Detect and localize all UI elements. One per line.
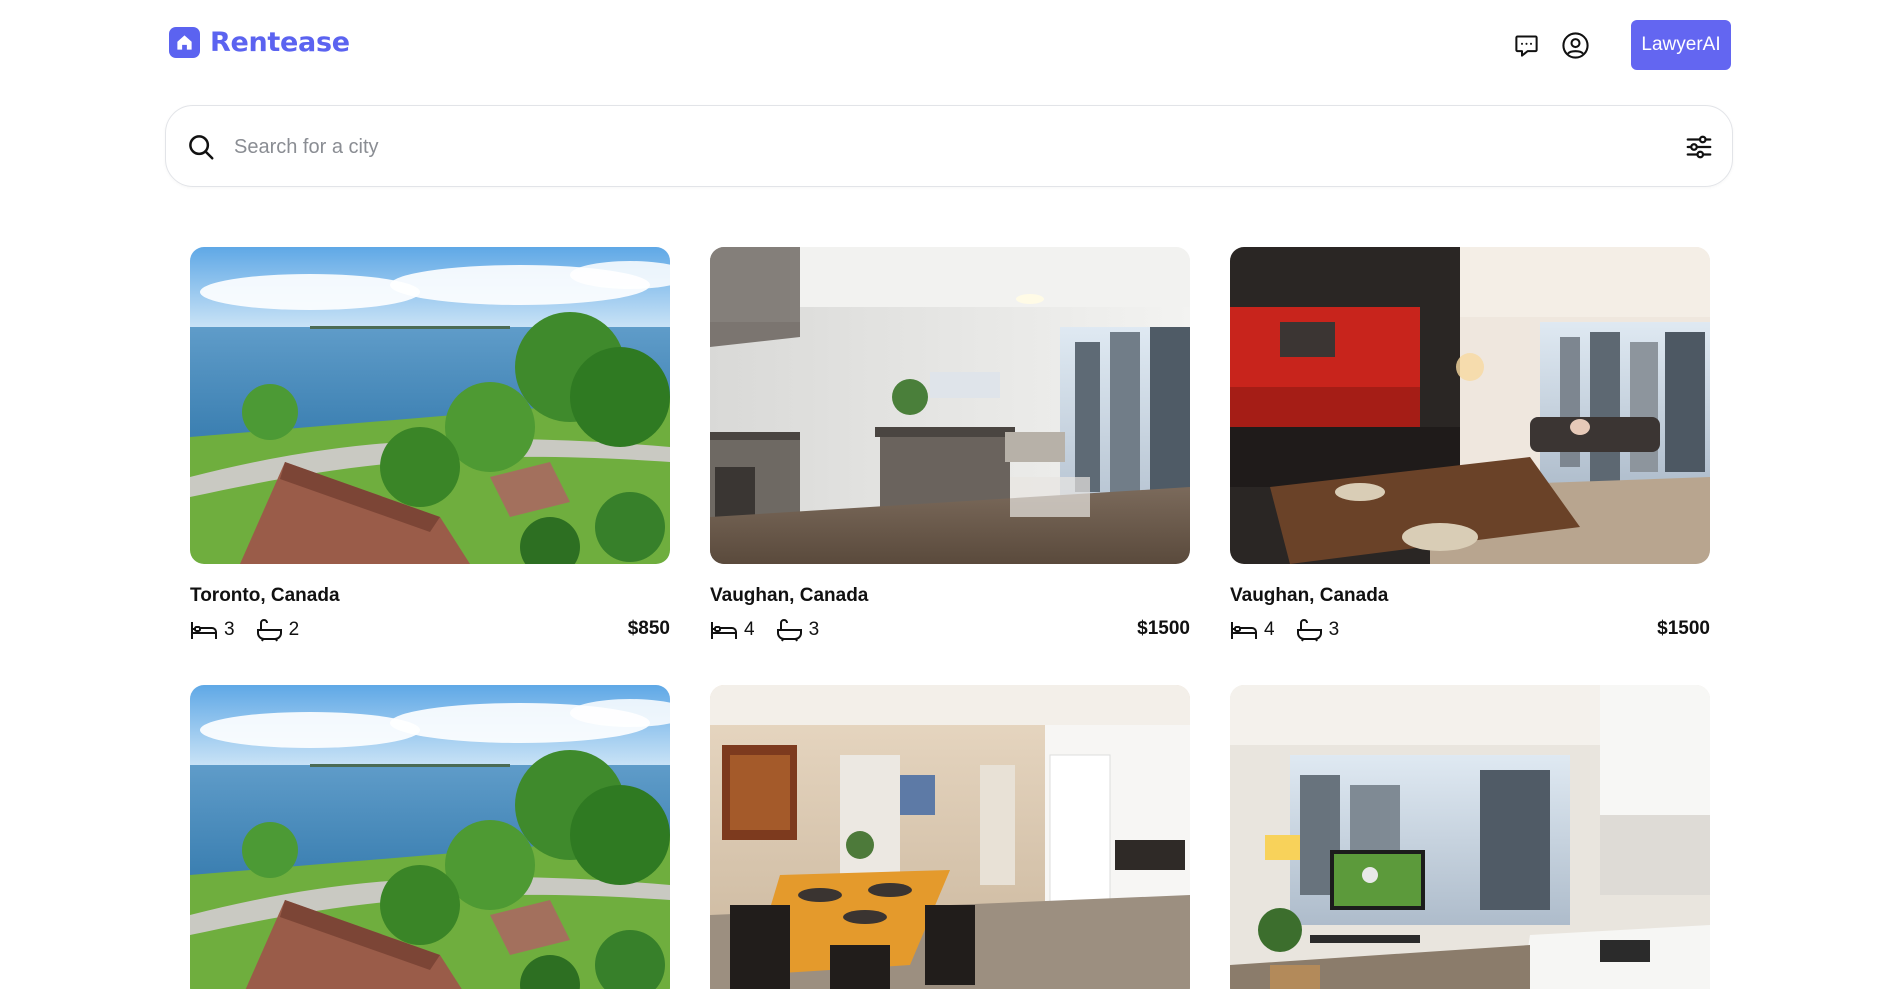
listing-price: $850 — [627, 618, 670, 639]
listing-meta: 3 2 $850 — [190, 615, 670, 645]
home-icon — [169, 27, 200, 58]
search-icon[interactable] — [186, 132, 216, 162]
user-circle-icon[interactable] — [1558, 28, 1592, 62]
listing-photo[interactable] — [710, 247, 1190, 564]
bed-count: 4 — [744, 619, 755, 640]
listing-meta: 4 3 $1500 — [710, 615, 1190, 645]
search-input[interactable] — [234, 128, 1534, 166]
listing-photo[interactable] — [710, 685, 1190, 989]
listing-card[interactable] — [710, 685, 1190, 989]
listing-location: Vaughan, Canada — [710, 585, 869, 606]
listing-location: Vaughan, Canada — [1230, 585, 1389, 606]
listing-card[interactable]: Vaughan, Canada 4 3 $1500 — [1230, 247, 1710, 642]
listing-price: $1500 — [1137, 618, 1190, 639]
search-bar — [165, 105, 1733, 187]
listing-card[interactable] — [1230, 685, 1710, 989]
bathtub-icon — [1296, 619, 1322, 642]
listing-photo[interactable] — [190, 685, 670, 989]
bed-icon — [711, 622, 737, 639]
bed-icon — [1231, 622, 1257, 639]
top-nav: Rentease LawyerAI — [0, 0, 1897, 96]
listing-card[interactable]: Vaughan, Canada 4 3 $1500 — [710, 247, 1190, 642]
bath-count: 3 — [1328, 619, 1340, 640]
bathtub-icon — [776, 619, 802, 642]
chat-bubble-icon[interactable] — [1509, 28, 1543, 62]
listing-meta: 4 3 $1500 — [1230, 615, 1710, 645]
bed-count: 4 — [1264, 619, 1275, 640]
brand-logo[interactable]: Rentease — [169, 27, 350, 58]
listing-photo[interactable] — [1230, 685, 1710, 989]
listing-card[interactable]: Toronto, Canada 3 2 $850 — [190, 247, 670, 642]
bath-count: 3 — [808, 619, 820, 640]
brand-name: Rentease — [210, 27, 350, 58]
listing-card[interactable] — [190, 685, 670, 989]
listing-location: Toronto, Canada — [190, 585, 340, 606]
bed-count: 3 — [224, 619, 235, 640]
bed-icon — [191, 622, 217, 639]
listing-price: $1500 — [1657, 618, 1710, 639]
listing-photo[interactable] — [190, 247, 670, 564]
lawyer-ai-button[interactable]: LawyerAI — [1631, 20, 1731, 70]
bath-count: 2 — [288, 619, 300, 640]
listing-photo[interactable] — [1230, 247, 1710, 564]
sliders-icon[interactable] — [1684, 132, 1714, 162]
bathtub-icon — [256, 619, 282, 642]
